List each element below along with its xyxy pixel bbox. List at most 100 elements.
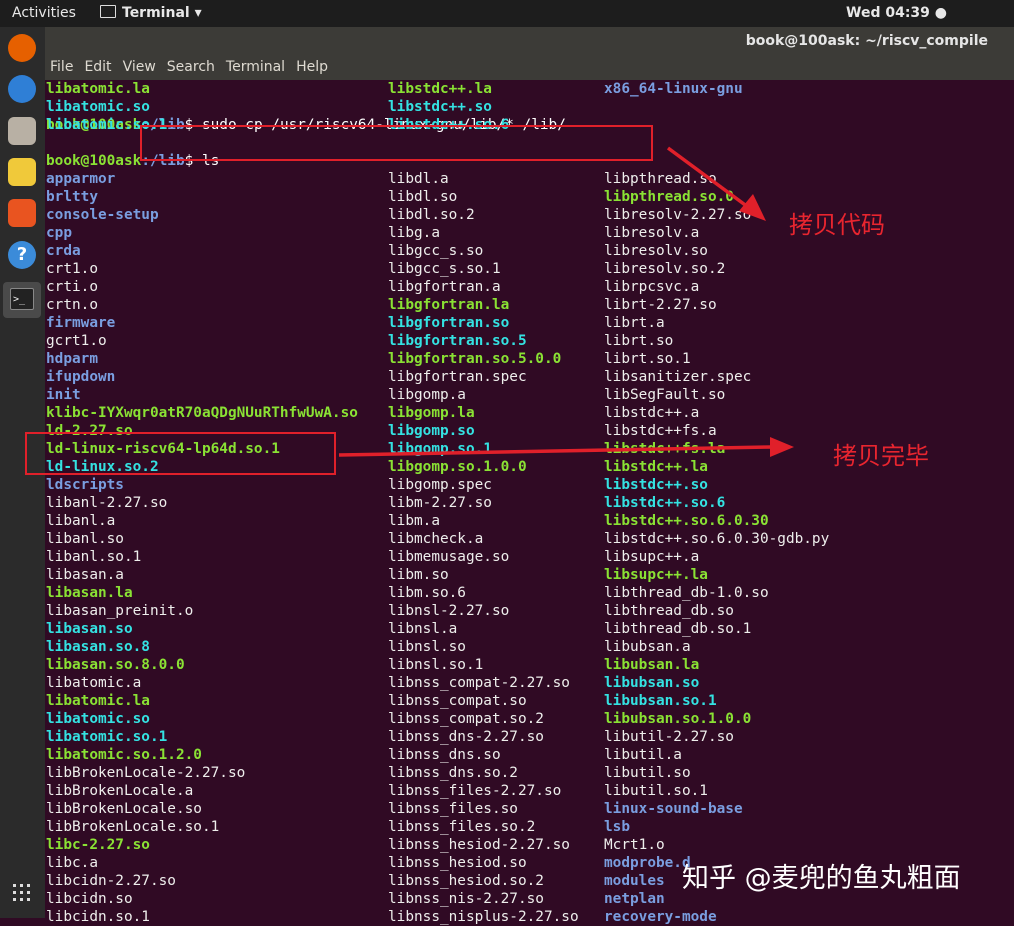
file-entry: libresolv.so.2: [604, 261, 726, 277]
file-entry: libnss_files.so.2: [388, 819, 536, 835]
file-entry: libstdc++.la: [604, 459, 708, 475]
file-entry: libnsl-2.27.so: [388, 603, 510, 619]
terminal-icon: [100, 5, 116, 18]
file-entry: libdl.so: [388, 189, 458, 205]
file-entry: librt.so: [604, 333, 674, 349]
file-entry: libubsan.so.1.0.0: [604, 711, 752, 727]
file-entry: ifupdown: [46, 369, 116, 385]
file-entry: libstdc++fs.la: [604, 441, 726, 457]
file-entry: libutil-2.27.so: [604, 729, 734, 745]
menu-help[interactable]: Help: [296, 59, 328, 75]
file-entry: lsb: [604, 819, 630, 835]
file-entry: libgomp.a: [388, 387, 466, 403]
files-icon[interactable]: [8, 117, 36, 145]
highlight-box-file: [25, 432, 336, 475]
file-entry: libnss_nisplus-2.27.so: [388, 909, 579, 925]
file-entry: libc.a: [46, 855, 98, 871]
menu-search[interactable]: Search: [167, 59, 215, 75]
help-icon[interactable]: ?: [8, 241, 36, 269]
file-entry: libdl.so.2: [388, 207, 475, 223]
file-entry: libnss_dns.so.2: [388, 765, 518, 781]
file-entry: libnsl.so.1: [388, 657, 484, 673]
file-entry: libdl.a: [388, 171, 449, 187]
watermark: 知乎 @麦兜的鱼丸粗面: [682, 863, 961, 894]
file-entry: libgomp.spec: [388, 477, 492, 493]
file-entry: libsupc++.la: [604, 567, 708, 583]
file-entry: libsupc++.a: [604, 549, 700, 565]
file-entry: linux-sound-base: [604, 801, 743, 817]
file-entry: libmemusage.so: [388, 549, 510, 565]
menu-file[interactable]: File: [50, 59, 73, 75]
file-entry: libgfortran.la: [388, 297, 510, 313]
file-entry: libstdc++.so: [388, 99, 492, 115]
file-entry: libatomic.so: [46, 99, 150, 115]
file-entry: libstdc++.so.6: [604, 495, 726, 511]
file-entry: console-setup: [46, 207, 159, 223]
prompt-user: book@100ask: [46, 153, 142, 169]
menu-view[interactable]: View: [123, 59, 156, 75]
terminal-icon[interactable]: >_: [3, 282, 41, 318]
file-entry: libnss_hesiod.so.2: [388, 873, 544, 889]
file-entry: libm.a: [388, 513, 440, 529]
clock[interactable]: Wed 04:39 ●: [846, 5, 947, 21]
file-entry: firmware: [46, 315, 116, 331]
firefox-icon[interactable]: [8, 34, 36, 62]
file-entry: libsanitizer.spec: [604, 369, 752, 385]
file-entry: libasan.la: [46, 585, 133, 601]
thunderbird-icon[interactable]: [8, 75, 36, 103]
file-entry: librt.a: [604, 315, 665, 331]
file-entry: crda: [46, 243, 81, 259]
file-entry: libpthread.so: [604, 171, 717, 187]
highlight-box-command: [140, 125, 653, 161]
file-entry: libresolv-2.27.so: [604, 207, 752, 223]
activities-button[interactable]: Activities: [12, 5, 76, 21]
file-entry: libgfortran.so: [388, 315, 510, 331]
file-entry: libubsan.so.1: [604, 693, 717, 709]
file-entry: libgomp.so.1.0.0: [388, 459, 527, 475]
annotation-copy-code: 拷贝代码: [789, 211, 885, 239]
file-entry: libcidn.so.1: [46, 909, 150, 925]
file-entry: librt-2.27.so: [604, 297, 717, 313]
apps-grid-icon[interactable]: [8, 879, 36, 907]
file-entry: libatomic.so.1.2.0: [46, 747, 202, 763]
file-entry: libnss_compat.so.2: [388, 711, 544, 727]
file-entry: libgomp.so: [388, 423, 475, 439]
file-entry: libgomp.la: [388, 405, 475, 421]
file-entry: libstdc++.la: [388, 81, 492, 97]
file-entry: libubsan.so: [604, 675, 700, 691]
file-entry: libanl-2.27.so: [46, 495, 168, 511]
software-icon[interactable]: [8, 199, 36, 227]
file-entry: libatomic.la: [46, 81, 150, 97]
file-entry: libgcc_s.so: [388, 243, 484, 259]
file-entry: libnsl.a: [388, 621, 458, 637]
file-entry: libnss_dns.so: [388, 747, 501, 763]
file-entry: libatomic.a: [46, 675, 142, 691]
file-entry: libm-2.27.so: [388, 495, 492, 511]
file-entry: klibc-IYXwqr0atR70aQDgNUuRThfwUwA.so: [46, 405, 358, 421]
file-entry: libgfortran.so.5.0.0: [388, 351, 562, 367]
file-entry: libc-2.27.so: [46, 837, 150, 853]
file-entry: libnss_compat.so: [388, 693, 527, 709]
file-entry: libgfortran.so.5: [388, 333, 527, 349]
file-entry: libasan_preinit.o: [46, 603, 194, 619]
file-entry: libnss_compat-2.27.so: [388, 675, 570, 691]
file-entry: libasan.a: [46, 567, 124, 583]
rhythmbox-icon[interactable]: [8, 158, 36, 186]
app-menu-label: Terminal ▾: [122, 5, 202, 21]
file-entry: librpcsvc.a: [604, 279, 700, 295]
file-entry: libgfortran.spec: [388, 369, 527, 385]
file-entry: libBrokenLocale.so.1: [46, 819, 220, 835]
file-entry: libBrokenLocale-2.27.so: [46, 765, 246, 781]
top-bar: Activities Terminal ▾ Wed 04:39 ●: [0, 0, 1014, 27]
file-entry: libnss_hesiod.so: [388, 855, 527, 871]
file-entry: libg.a: [388, 225, 440, 241]
file-entry: crtn.o: [46, 297, 98, 313]
menu-edit[interactable]: Edit: [84, 59, 111, 75]
annotation-copy-done: 拷贝完毕: [833, 442, 929, 470]
file-entry: libm.so.6: [388, 585, 466, 601]
file-entry: apparmor: [46, 171, 116, 187]
file-entry: libatomic.so.1: [46, 729, 168, 745]
menu-terminal[interactable]: Terminal: [226, 59, 285, 75]
file-entry: libmcheck.a: [388, 531, 484, 547]
app-menu[interactable]: Terminal ▾: [100, 5, 202, 21]
